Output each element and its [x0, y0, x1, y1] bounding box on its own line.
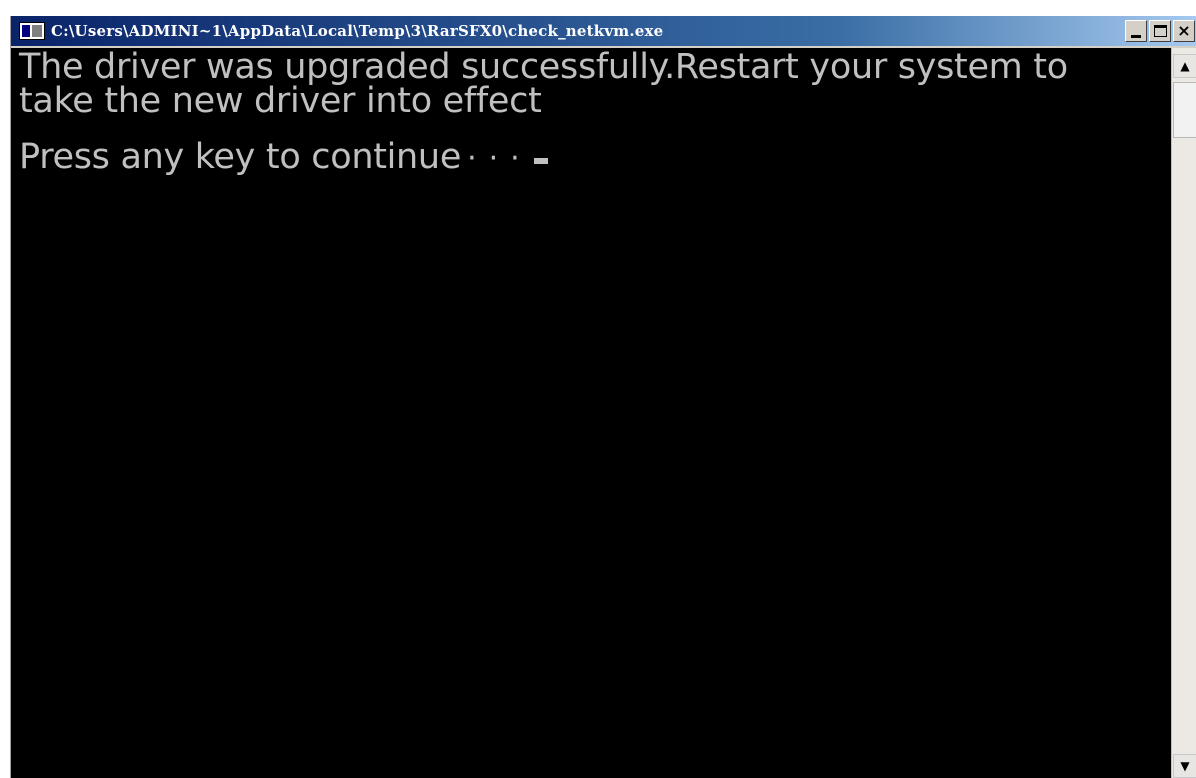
minimize-icon: [1131, 34, 1141, 38]
console-line: take the new driver into effect: [19, 81, 542, 121]
console-line: The driver was upgraded successfully.Res…: [19, 47, 1068, 87]
console-prompt: Press any key to continue: [19, 137, 462, 177]
window-controls: ×: [1125, 20, 1195, 42]
window-title: C:\Users\ADMINI~1\AppData\Local\Temp\3\R…: [51, 22, 664, 40]
scroll-down-button[interactable]: ▼: [1173, 754, 1196, 778]
text-cursor: [533, 158, 548, 164]
up-arrow-icon: ▲: [1180, 59, 1190, 73]
console-app-icon[interactable]: [19, 22, 45, 40]
console-prompt-line: Press any key to continue ···: [19, 140, 1163, 176]
scroll-up-button[interactable]: ▲: [1173, 54, 1196, 78]
minimize-button[interactable]: [1125, 20, 1147, 42]
down-arrow-icon: ▼: [1180, 759, 1190, 773]
close-icon: ×: [1177, 21, 1191, 40]
maximize-icon: [1153, 25, 1167, 37]
title-bar[interactable]: C:\Users\ADMINI~1\AppData\Local\Temp\3\R…: [11, 16, 1196, 46]
close-button[interactable]: ×: [1173, 20, 1195, 42]
scroll-thumb[interactable]: [1173, 82, 1196, 138]
console-output[interactable]: The driver was upgraded successfully.Res…: [11, 48, 1171, 778]
prompt-dots: ···: [467, 141, 532, 176]
vertical-scrollbar[interactable]: ▲ ▼: [1171, 48, 1196, 778]
maximize-button[interactable]: [1149, 20, 1171, 42]
console-window: C:\Users\ADMINI~1\AppData\Local\Temp\3\R…: [10, 16, 1196, 778]
